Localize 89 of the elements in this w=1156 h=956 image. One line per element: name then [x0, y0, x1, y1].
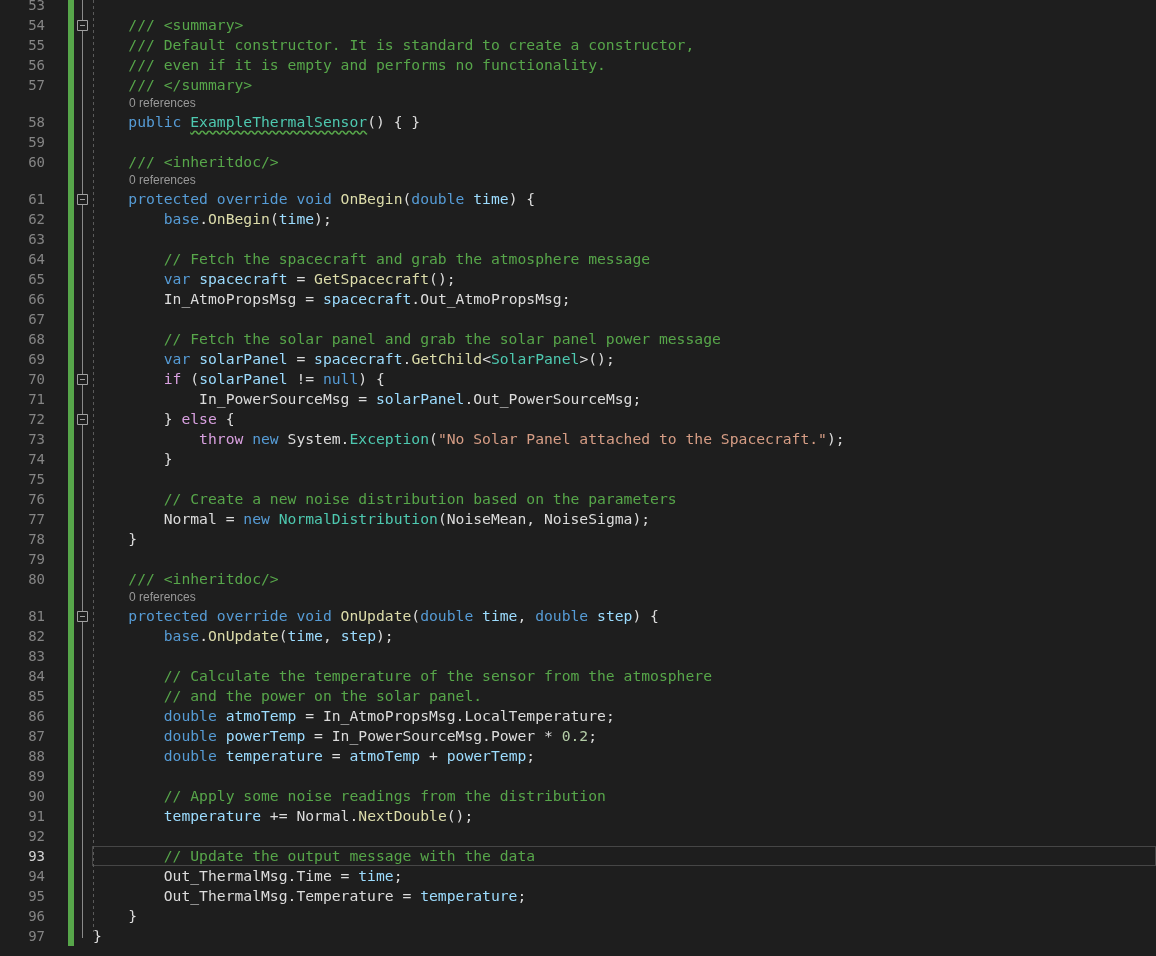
line-number: 57	[27, 76, 45, 95]
code-line: In_AtmoPropsMsg = spacecraft.Out_AtmoPropsMsg;	[162, 290, 571, 308]
line-number: 92	[27, 827, 45, 846]
line-number: 63	[27, 230, 45, 249]
code-line: base.OnBegin(time);	[162, 210, 332, 228]
code-line: double atmoTemp = In_AtmoPropsMsg.LocalTemperature;	[162, 707, 615, 725]
code-line: // Fetch the spacecraft and grab the atmosphere message	[162, 250, 651, 268]
line-number: 97	[27, 927, 45, 946]
line-number: 56	[27, 56, 45, 75]
code-line: /// <inheritdoc/>	[127, 153, 279, 171]
line-number: 75	[27, 470, 45, 489]
code-line: } else {	[162, 410, 235, 428]
code-line: public ExampleThermalSensor() { }	[127, 113, 421, 131]
references-link[interactable]: 0 references	[129, 173, 196, 188]
line-number: 93	[27, 847, 45, 866]
code-line: /// even if it is empty and performs no functionality.	[127, 56, 606, 74]
line-number: 89	[27, 767, 45, 786]
line-number: 76	[27, 490, 45, 509]
code-line: // Calculate the temperature of the sensor from the atmosphere	[162, 667, 712, 685]
line-number: 91	[27, 807, 45, 826]
line-number: 66	[27, 290, 45, 309]
line-number: 77	[27, 510, 45, 529]
references-link[interactable]: 0 references	[129, 590, 196, 605]
references-link[interactable]: 0 references	[129, 96, 196, 111]
line-number: 62	[27, 210, 45, 229]
code-line: protected override void OnUpdate(double time, double step) {	[127, 607, 659, 625]
code-line: temperature += Normal.NextDouble();	[162, 807, 474, 825]
code-line: Out_ThermalMsg.Time = time;	[162, 867, 403, 885]
line-number: 67	[27, 310, 45, 329]
line-number: 88	[27, 747, 45, 766]
collapse-icon[interactable]	[77, 193, 88, 205]
line-number: 74	[27, 450, 45, 469]
line-number: 94	[27, 867, 45, 886]
code-line: }	[127, 907, 138, 925]
line-number: 65	[27, 270, 45, 289]
code-line: if (solarPanel != null) {	[162, 370, 385, 388]
code-line: /// <summary>	[127, 16, 244, 34]
line-number: 53	[27, 0, 45, 15]
line-number: 69	[27, 350, 45, 369]
code-line: throw new System.Exception("No Solar Panel attached to the Spacecraft.");	[198, 430, 845, 448]
code-line: protected override void OnBegin(double time) {	[127, 190, 536, 208]
code-line: Normal = new NormalDistribution(NoiseMean, NoiseSigma);	[162, 510, 651, 528]
line-number: 60	[27, 153, 45, 172]
line-number: 82	[27, 627, 45, 646]
code-line: base.OnUpdate(time, step);	[162, 627, 394, 645]
line-number: 86	[27, 707, 45, 726]
line-number: 73	[27, 430, 45, 449]
line-number: 95	[27, 887, 45, 906]
code-line: // Fetch the solar panel and grab the solar panel power message	[162, 330, 721, 348]
code-line: // Update the output message with the data	[162, 847, 536, 865]
line-number: 85	[27, 687, 45, 706]
code-line: double powerTemp = In_PowerSourceMsg.Power * 0.2;	[162, 727, 598, 745]
code-line: In_PowerSourceMsg = solarPanel.Out_PowerSourceMsg;	[198, 390, 642, 408]
code-line: }	[162, 450, 173, 468]
code-line: // Apply some noise readings from the distribution	[162, 787, 606, 805]
collapse-icon[interactable]	[77, 19, 88, 31]
line-number: 79	[27, 550, 45, 569]
code-line: }	[93, 927, 102, 945]
code-line: }	[127, 530, 138, 548]
code-line: double temperature = atmoTemp + powerTemp;	[162, 747, 536, 765]
code-line: /// </summary>	[127, 76, 253, 94]
code-line: // and the power on the solar panel.	[162, 687, 483, 705]
line-number: 64	[27, 250, 45, 269]
line-number: 59	[27, 133, 45, 152]
line-number: 70	[27, 370, 45, 389]
line-number: 58	[27, 113, 45, 132]
line-number: 87	[27, 727, 45, 746]
line-number: 68	[27, 330, 45, 349]
line-number: 83	[27, 647, 45, 666]
line-number: 61	[27, 190, 45, 209]
line-number: 72	[27, 410, 45, 429]
line-number: 80	[27, 570, 45, 589]
line-number: 78	[27, 530, 45, 549]
collapse-icon[interactable]	[77, 373, 88, 385]
line-number: 71	[27, 390, 45, 409]
code-line: var spacecraft = GetSpacecraft();	[162, 270, 456, 288]
code-line: /// <inheritdoc/>	[127, 570, 279, 588]
line-number: 54	[27, 16, 45, 35]
code-line: /// Default constructor. It is standard to create a constructor,	[127, 36, 695, 54]
code-line: Out_ThermalMsg.Temperature = temperature;	[162, 887, 527, 905]
line-number: 81	[27, 607, 45, 626]
line-number: 90	[27, 787, 45, 806]
line-number: 84	[27, 667, 45, 686]
collapse-icon[interactable]	[77, 610, 88, 622]
collapse-icon[interactable]	[77, 413, 88, 425]
code-line: var solarPanel = spacecraft.GetChild<SolarPanel>();	[162, 350, 615, 368]
line-number: 55	[27, 36, 45, 55]
line-number: 96	[27, 907, 45, 926]
code-line: // Create a new noise distribution based on the parameters	[162, 490, 677, 508]
